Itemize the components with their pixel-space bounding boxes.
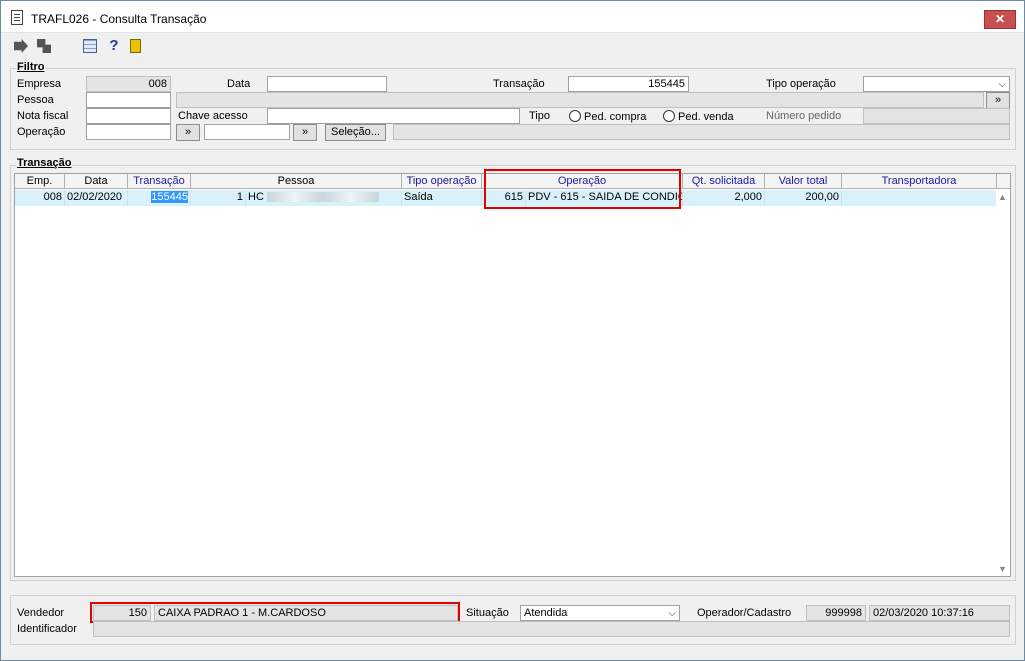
column-header-data[interactable]: Data (65, 174, 128, 189)
ped-compra-label: Ped. compra (584, 111, 647, 123)
main-window: TRAFL026 - Consulta Transação ✕ ? Filtro… (0, 0, 1025, 661)
cell-tipo-operacao[interactable]: Saída (402, 190, 482, 206)
pessoa-expand-button[interactable]: » (986, 92, 1010, 109)
nota-fiscal-field[interactable] (86, 108, 171, 124)
operacao-description-field (393, 124, 1010, 140)
cell-valor-total[interactable]: 200,00 (765, 190, 842, 206)
toolbar: ? (1, 34, 1024, 60)
pessoa-label: Pessoa (17, 94, 54, 106)
ped-venda-radio[interactable] (663, 110, 675, 122)
vendedor-label: Vendedor (17, 607, 65, 619)
help-icon[interactable]: ? (107, 38, 121, 53)
cell-qt-solicitada[interactable]: 2,000 (683, 190, 765, 206)
transacao-label: Transação (493, 78, 545, 90)
tipo-label: Tipo (529, 110, 550, 122)
column-header-valor-total[interactable]: Valor total (765, 174, 842, 189)
document-icon (11, 10, 23, 25)
identificador-field (93, 621, 1010, 637)
vertical-scrollbar[interactable]: ▲ ▼ (996, 190, 1010, 576)
nota-fiscal-label: Nota fiscal (17, 110, 69, 122)
empresa-label: Empresa (17, 78, 62, 90)
column-header-emp[interactable]: Emp. (15, 174, 65, 189)
cell-pessoa-code[interactable]: 1 (191, 190, 246, 206)
numero-pedido-label: Número pedido (766, 110, 842, 122)
chevron-down-icon: ⌵ (668, 608, 676, 619)
empresa-field[interactable]: 008 (86, 76, 171, 92)
numero-pedido-field (863, 108, 1010, 124)
cell-pessoa-name-value: HC (248, 191, 264, 203)
tipo-operacao-select[interactable]: ⌵ (863, 76, 1010, 92)
chave-acesso-label: Chave acesso (178, 110, 248, 122)
title-bar: TRAFL026 - Consulta Transação ✕ (1, 1, 1024, 33)
operacao-expand-button[interactable]: » (176, 124, 200, 141)
data-label: Data (227, 78, 251, 90)
selecao-button[interactable]: Seleção... (325, 124, 386, 141)
situacao-select[interactable]: Atendida ⌵ (520, 605, 680, 621)
identificador-label: Identificador (17, 623, 77, 635)
highlight-vendedor (90, 602, 460, 623)
chave-acesso-field[interactable] (267, 108, 520, 124)
operador-code-field: 999998 (806, 605, 866, 621)
window-title: TRAFL026 - Consulta Transação (31, 12, 207, 26)
column-header-tipo-operacao[interactable]: Tipo operação (402, 174, 482, 189)
filtro-label: Filtro (16, 61, 46, 73)
cell-transportadora[interactable] (842, 190, 997, 206)
situacao-label: Situação (466, 607, 509, 619)
close-button[interactable]: ✕ (984, 10, 1016, 29)
cell-transacao-value: 155445 (151, 191, 188, 203)
column-header-transportadora[interactable]: Transportadora (842, 174, 997, 189)
cell-emp[interactable]: 008 (15, 190, 65, 206)
cell-transacao[interactable]: 155445 (128, 190, 191, 206)
operacao-secondary-field[interactable] (204, 124, 290, 140)
pessoa-name-blur (266, 192, 379, 203)
operacao-field[interactable] (86, 124, 171, 140)
operador-datetime-field: 02/03/2020 10:37:16 (869, 605, 1010, 621)
highlight-operacao (484, 169, 681, 209)
apply-icon[interactable] (14, 39, 28, 53)
grid-icon[interactable] (83, 39, 97, 53)
pessoa-name-field (176, 92, 984, 108)
column-header-transacao[interactable]: Transação (128, 174, 191, 189)
column-header-filler (997, 174, 1010, 189)
situacao-value: Atendida (524, 607, 568, 619)
operador-label: Operador/Cadastro (697, 607, 792, 619)
transacao-field[interactable]: 155445 (568, 76, 689, 92)
chevron-down-icon: ⌵ (998, 79, 1006, 90)
transacao-grid[interactable]: Emp. Data Transação Pessoa Tipo operação… (14, 173, 1011, 577)
transacao-group-label: Transação (16, 157, 73, 169)
data-field[interactable] (267, 76, 387, 92)
operacao-secondary-expand-button[interactable]: » (293, 124, 317, 141)
exit-icon[interactable] (130, 39, 141, 53)
ped-compra-radio[interactable] (569, 110, 581, 122)
column-header-pessoa[interactable]: Pessoa (191, 174, 402, 189)
scroll-up-icon[interactable]: ▲ (998, 192, 1007, 202)
cell-pessoa-name[interactable]: HC (246, 190, 402, 206)
ped-venda-label: Ped. venda (678, 111, 734, 123)
column-header-qt-solicitada[interactable]: Qt. solicitada (683, 174, 765, 189)
scroll-down-icon[interactable]: ▼ (998, 564, 1007, 574)
tipo-operacao-label: Tipo operação (766, 78, 836, 90)
cell-data[interactable]: 02/02/2020 (65, 190, 128, 206)
pessoa-field[interactable] (86, 92, 171, 108)
clear-icon[interactable] (37, 39, 51, 53)
operacao-label: Operação (17, 126, 66, 138)
